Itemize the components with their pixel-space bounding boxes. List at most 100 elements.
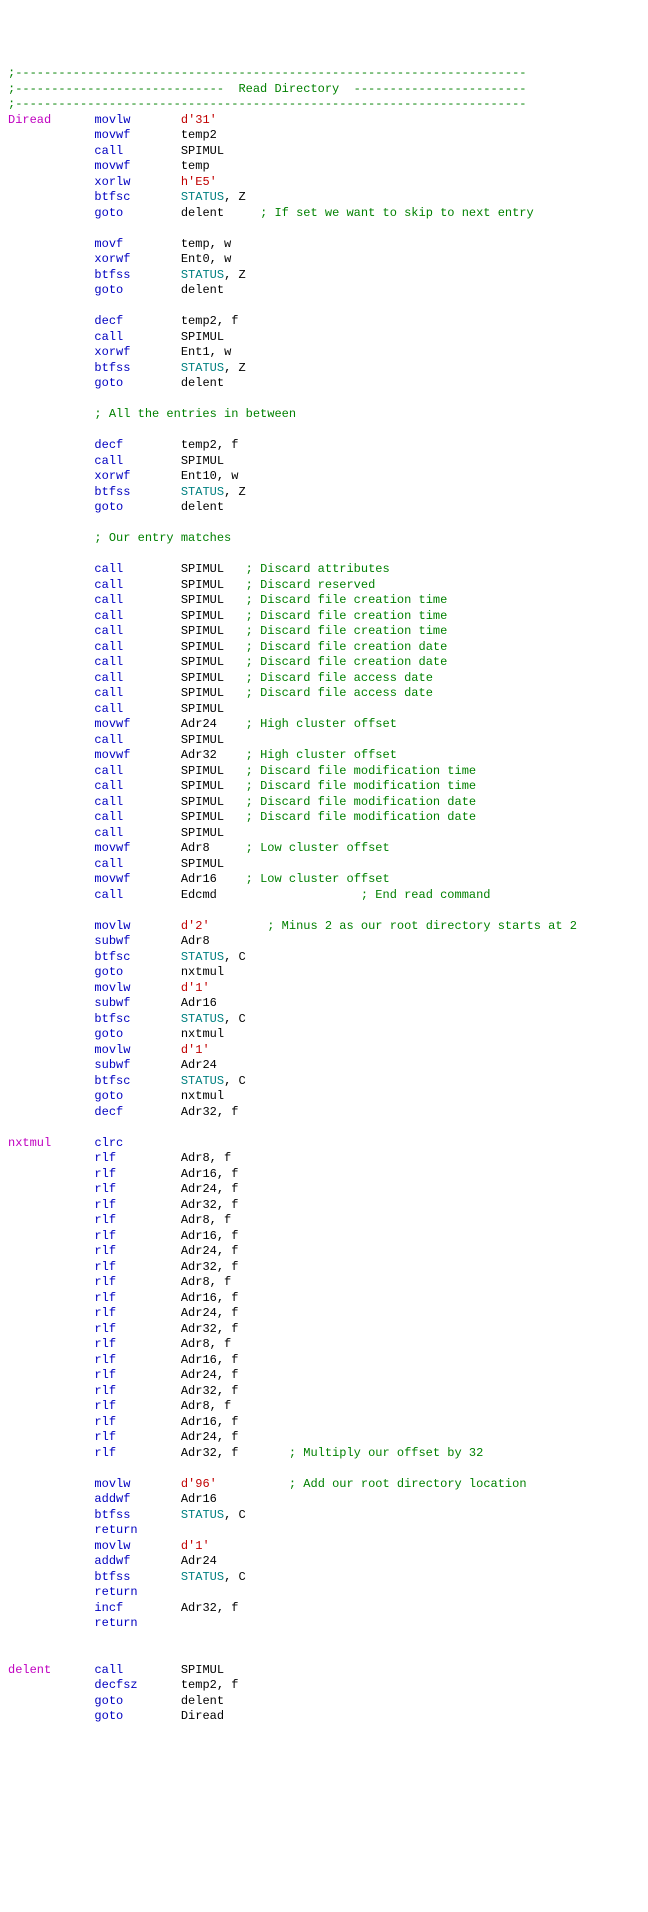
- mnemonic: movlw: [94, 981, 130, 995]
- operand: Ent0, w: [181, 252, 231, 266]
- mnemonic: call: [94, 593, 123, 607]
- code-line: call Edcmd ; End read command: [8, 888, 640, 904]
- mnemonic: call: [94, 733, 123, 747]
- code-line: call SPIMUL: [8, 857, 640, 873]
- mnemonic: rlf: [94, 1368, 116, 1382]
- operand: Adr8, f: [181, 1213, 231, 1227]
- operand: SPIMUL: [181, 1663, 224, 1677]
- inline-comment: ; Discard file creation date: [224, 640, 447, 654]
- code-line: [8, 1120, 640, 1136]
- code-line: call SPIMUL ; Discard file creation time: [8, 609, 640, 625]
- operand: h'E5': [181, 175, 217, 189]
- code-line: rlf Adr32, f: [8, 1260, 640, 1276]
- operand: d'2': [181, 919, 210, 933]
- mnemonic: call: [94, 1663, 123, 1677]
- code-line: btfsc STATUS, C: [8, 1012, 640, 1028]
- inline-comment: ; Discard attributes: [224, 562, 390, 576]
- code-line: xorwf Ent0, w: [8, 252, 640, 268]
- operand: Z: [238, 485, 245, 499]
- operand: STATUS: [181, 268, 224, 282]
- mnemonic: rlf: [94, 1306, 116, 1320]
- mnemonic: goto: [94, 1694, 123, 1708]
- code-line: btfsc STATUS, C: [8, 950, 640, 966]
- operand: SPIMUL: [181, 593, 224, 607]
- code-line: call SPIMUL ; Discard file modification …: [8, 779, 640, 795]
- code-line: call SPIMUL ; Discard file modification …: [8, 764, 640, 780]
- operand: temp2, f: [181, 314, 239, 328]
- operand: Adr24, f: [181, 1430, 239, 1444]
- code-line: call SPIMUL: [8, 454, 640, 470]
- code-line: subwf Adr16: [8, 996, 640, 1012]
- operand: SPIMUL: [181, 686, 224, 700]
- operand: Adr24, f: [181, 1244, 239, 1258]
- code-line: movwf Adr24 ; High cluster offset: [8, 717, 640, 733]
- operand: d'1': [181, 1539, 210, 1553]
- mnemonic: call: [94, 702, 123, 716]
- operand: Adr16, f: [181, 1291, 239, 1305]
- label: delent: [8, 1663, 51, 1677]
- mnemonic: subwf: [94, 934, 130, 948]
- code-line: goto delent: [8, 1694, 640, 1710]
- operand: d'31': [181, 113, 217, 127]
- operand: delent: [181, 283, 224, 297]
- mnemonic: call: [94, 640, 123, 654]
- code-line: movwf temp: [8, 159, 640, 175]
- code-line: [8, 1647, 640, 1663]
- comment: ; Our entry matches: [8, 531, 231, 545]
- code-line: decf Adr32, f: [8, 1105, 640, 1121]
- operand: Adr8, f: [181, 1151, 231, 1165]
- code-line: return: [8, 1523, 640, 1539]
- mnemonic: xorwf: [94, 469, 130, 483]
- code-line: Diread movlw d'31': [8, 113, 640, 129]
- mnemonic: call: [94, 562, 123, 576]
- code-line: addwf Adr24: [8, 1554, 640, 1570]
- comment: ;---------------------------------------…: [8, 97, 526, 111]
- mnemonic: movwf: [94, 128, 130, 142]
- code-line: goto delent: [8, 500, 640, 516]
- mnemonic: btfsc: [94, 1074, 130, 1088]
- operand: Adr24: [181, 1058, 217, 1072]
- code-line: rlf Adr16, f: [8, 1229, 640, 1245]
- operand: Adr8, f: [181, 1399, 231, 1413]
- mnemonic: btfsc: [94, 190, 130, 204]
- inline-comment: ; Discard file modification date: [224, 810, 476, 824]
- code-line: decf temp2, f: [8, 314, 640, 330]
- operand: SPIMUL: [181, 671, 224, 685]
- operand: C: [238, 1074, 245, 1088]
- mnemonic: call: [94, 330, 123, 344]
- operand: delent: [181, 206, 224, 220]
- operand: temp2, f: [181, 438, 239, 452]
- mnemonic: rlf: [94, 1399, 116, 1413]
- mnemonic: movlw: [94, 113, 130, 127]
- code-line: subwf Adr8: [8, 934, 640, 950]
- code-line: call SPIMUL ; Discard file creation time: [8, 593, 640, 609]
- code-line: movwf Adr16 ; Low cluster offset: [8, 872, 640, 888]
- operand: SPIMUL: [181, 857, 224, 871]
- mnemonic: rlf: [94, 1384, 116, 1398]
- mnemonic: subwf: [94, 1058, 130, 1072]
- operand: SPIMUL: [181, 779, 224, 793]
- mnemonic: goto: [94, 1027, 123, 1041]
- mnemonic: btfss: [94, 1570, 130, 1584]
- code-line: goto nxtmul: [8, 965, 640, 981]
- mnemonic: rlf: [94, 1337, 116, 1351]
- mnemonic: btfss: [94, 361, 130, 375]
- mnemonic: goto: [94, 376, 123, 390]
- code-line: incf Adr32, f: [8, 1601, 640, 1617]
- code-line: call SPIMUL ; Discard file access date: [8, 671, 640, 687]
- code-line: ;----------------------------- Read Dire…: [8, 82, 640, 98]
- code-line: movlw d'1': [8, 1539, 640, 1555]
- code-line: call SPIMUL ; Discard file creation time: [8, 624, 640, 640]
- code-line: xorlw h'E5': [8, 175, 640, 191]
- operand: Adr24, f: [181, 1368, 239, 1382]
- code-line: call SPIMUL: [8, 330, 640, 346]
- mnemonic: call: [94, 810, 123, 824]
- mnemonic: call: [94, 764, 123, 778]
- operand: SPIMUL: [181, 764, 224, 778]
- mnemonic: goto: [94, 500, 123, 514]
- mnemonic: rlf: [94, 1415, 116, 1429]
- mnemonic: xorwf: [94, 252, 130, 266]
- operand: SPIMUL: [181, 562, 224, 576]
- operand: ,: [224, 1570, 238, 1584]
- label: nxtmul: [8, 1136, 51, 1150]
